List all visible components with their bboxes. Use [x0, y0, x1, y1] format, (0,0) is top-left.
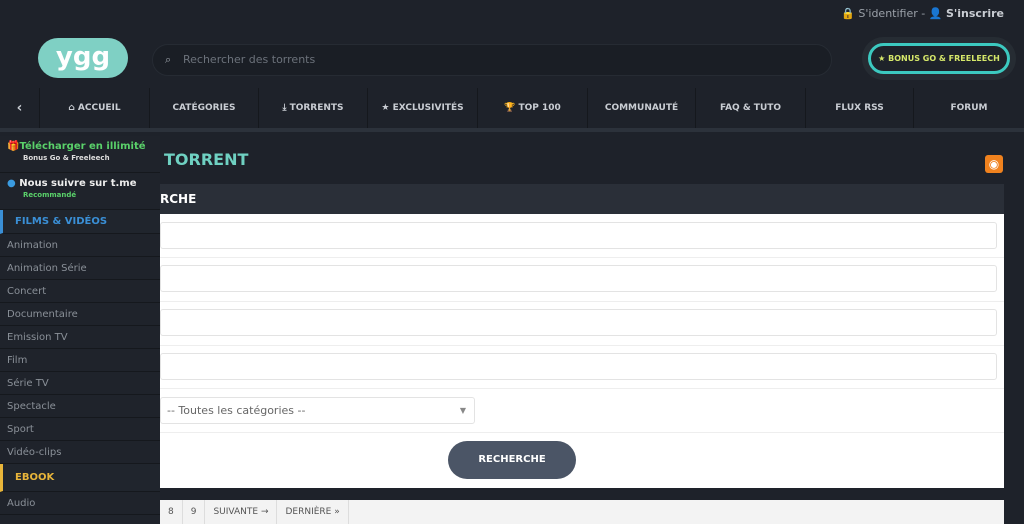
nav-categories[interactable]: CATÉGORIES [150, 88, 259, 128]
search-placeholder: Rechercher des torrents [183, 53, 316, 66]
sidebar-item[interactable]: Vidéo-clips [0, 441, 160, 464]
user-plus-icon: 👤 [928, 7, 943, 20]
nav-faq[interactable]: FAQ & TUTO [696, 88, 806, 128]
text-input[interactable] [160, 222, 997, 249]
category-select[interactable]: -- Toutes les catégories -- ▼ [160, 397, 475, 424]
sidebar: 🎁Télécharger en illimité Bonus Go & Free… [0, 136, 160, 524]
sidebar-item[interactable]: Film [0, 349, 160, 372]
main-nav: ‹ ⌂ ACCUEIL CATÉGORIES ⤓ TORRENTS ★ EXCL… [0, 88, 1024, 132]
gift-icon: 🎁 [7, 141, 20, 152]
trophy-icon: 🏆 [504, 103, 519, 113]
divider [140, 432, 1004, 433]
nav-label: ACCUEIL [77, 103, 121, 113]
logo-text: ygg [55, 42, 111, 72]
sidebar-item[interactable]: Audio [0, 492, 160, 515]
divider [140, 345, 1004, 346]
page-title: TORRENT [164, 150, 249, 169]
separator: - [921, 7, 926, 20]
search-icon: ⌕ [165, 53, 172, 66]
sidebar-item[interactable]: Animation Série [0, 257, 160, 280]
divider [140, 388, 1004, 389]
login-link[interactable]: S'identifier [858, 7, 917, 20]
category-ebook[interactable]: EBOOK [0, 464, 160, 492]
nav-top100[interactable]: 🏆 TOP 100 [478, 88, 588, 128]
telegram-icon: ● [7, 178, 20, 189]
category-films-videos[interactable]: FILMS & VIDÉOS [0, 210, 160, 234]
star-icon: ★ [381, 103, 393, 113]
sidebar-item[interactable]: Documentaire [0, 303, 160, 326]
promo-telegram[interactable]: ● Nous suivre sur t.me Recommandé [0, 173, 160, 210]
download-icon: ⤓ [282, 103, 290, 113]
text-input[interactable] [160, 353, 997, 380]
promo-subtitle: Recommandé [23, 191, 77, 199]
bonus-button[interactable]: ★ BONUS GO & FREELEECH [868, 43, 1010, 74]
nav-forum[interactable]: FORUM [914, 88, 1024, 128]
search-button[interactable]: RECHERCHE [448, 441, 576, 479]
page-9[interactable]: 9 [183, 500, 206, 524]
sidebar-item[interactable]: Emission TV [0, 326, 160, 349]
lock-icon: 🔒 [841, 7, 855, 20]
divider [140, 301, 1004, 302]
caret-down-icon: ▼ [459, 406, 466, 415]
sidebar-item[interactable]: Concert [0, 280, 160, 303]
account-links: 🔒 S'identifier - 👤 S'inscrire [841, 7, 1004, 20]
panel-title: RCHE [140, 184, 1004, 214]
last-page[interactable]: DERNIÈRE » [277, 500, 349, 524]
search-input[interactable]: ⌕ Rechercher des torrents [152, 44, 832, 76]
select-value: -- Toutes les catégories -- [167, 404, 306, 417]
text-input[interactable] [160, 309, 997, 336]
register-link[interactable]: S'inscrire [946, 7, 1004, 20]
sidebar-item[interactable]: Spectacle [0, 395, 160, 418]
promo-title: Télécharger en illimité [19, 141, 146, 152]
star-icon: ★ [878, 54, 889, 63]
sidebar-item[interactable]: Sport [0, 418, 160, 441]
search-form: -- Toutes les catégories -- ▼ RECHERCHE [140, 214, 1004, 488]
promo-title: Nous suivre sur t.me [19, 178, 137, 189]
page-8[interactable]: 8 [160, 500, 183, 524]
rss-icon[interactable]: ◉ [985, 155, 1003, 173]
sidebar-item[interactable]: Animation [0, 234, 160, 257]
promo-unlimited[interactable]: 🎁Télécharger en illimité Bonus Go & Free… [0, 136, 160, 173]
nav-back-button[interactable]: ‹ [0, 88, 40, 128]
nav-label: EXCLUSIVITÉS [392, 103, 464, 113]
promo-subtitle: Bonus Go & Freeleech [23, 154, 110, 162]
nav-communaute[interactable]: COMMUNAUTÉ [588, 88, 696, 128]
nav-label: TORRENTS [289, 103, 344, 113]
sidebar-item[interactable]: Série TV [0, 372, 160, 395]
home-icon: ⌂ [68, 103, 78, 113]
divider [140, 257, 1004, 258]
pagination: 8 9 SUIVANTE → DERNIÈRE » [160, 500, 1004, 524]
text-input[interactable] [160, 265, 997, 292]
nav-accueil[interactable]: ⌂ ACCUEIL [40, 88, 150, 128]
logo[interactable]: ygg [38, 38, 128, 78]
next-page[interactable]: SUIVANTE → [205, 500, 278, 524]
nav-torrents[interactable]: ⤓ TORRENTS [259, 88, 368, 128]
nav-exclusivites[interactable]: ★ EXCLUSIVITÉS [368, 88, 478, 128]
nav-rss[interactable]: FLUX RSS [806, 88, 914, 128]
nav-label: TOP 100 [518, 103, 561, 113]
bonus-label: BONUS GO & FREELEECH [888, 54, 1000, 63]
